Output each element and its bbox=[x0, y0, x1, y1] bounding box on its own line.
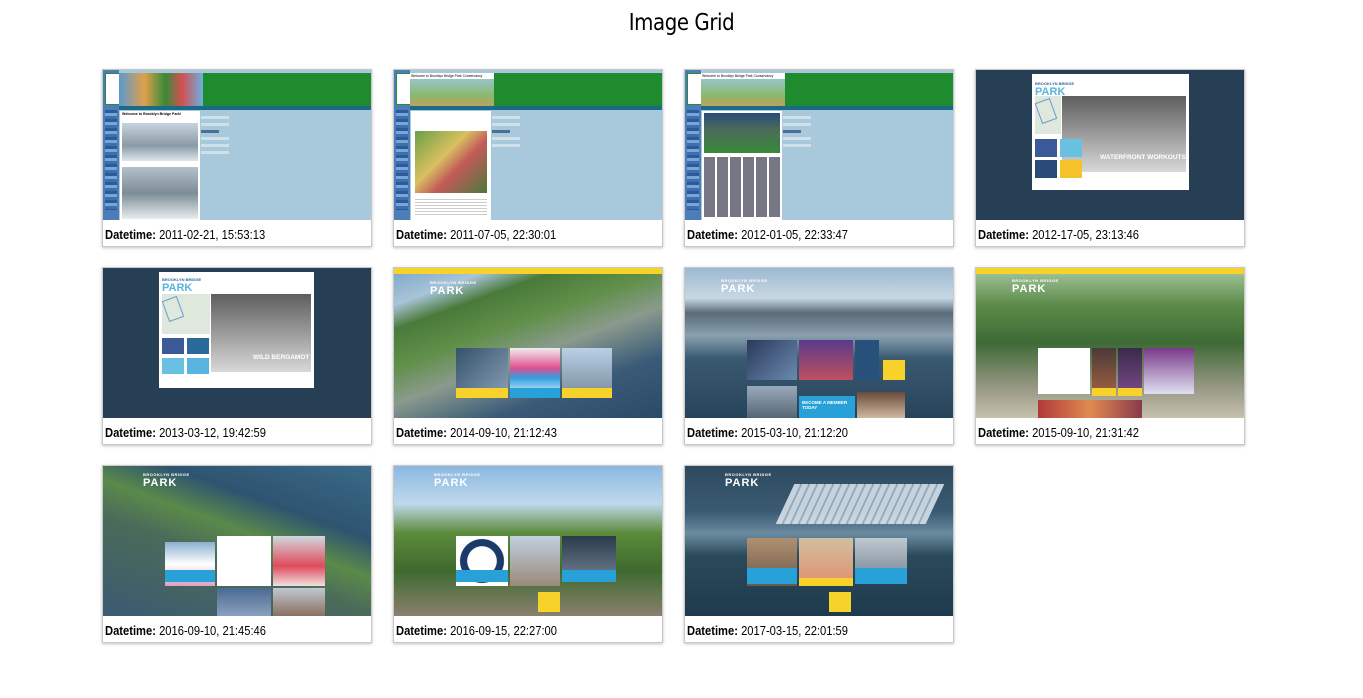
snapshot-caption: Datetime: 2016-09-10, 21:45:46 bbox=[105, 623, 266, 638]
snapshot-thumbnail[interactable]: BROOKLYN BRIDGE PARK bbox=[685, 466, 953, 616]
snapshot-caption: Datetime: 2015-09-10, 21:31:42 bbox=[978, 425, 1139, 440]
snapshot-card[interactable]: BROOKLYN BRIDGE PARK Datetime: 2015-09-10… bbox=[975, 267, 1245, 445]
snapshot-card[interactable]: BROOKLYN BRIDGE PARK WATERFRONT WORKOUTS … bbox=[975, 69, 1245, 247]
snapshot-thumbnail[interactable]: Welcome to Brooklyn Bridge Park Conserva… bbox=[394, 70, 662, 220]
snapshot-thumbnail[interactable]: BROOKLYN BRIDGE PARK bbox=[103, 466, 371, 616]
snapshot-thumbnail[interactable]: BROOKLYN BRIDGE PARK WATERFRONT WORKOUTS bbox=[976, 70, 1244, 220]
snapshot-card[interactable]: Welcome to Brooklyn Bridge Park Conserva… bbox=[684, 69, 954, 247]
snapshot-thumbnail[interactable]: BROOKLYN BRIDGE PARK BECOME A MEMBER TODA… bbox=[685, 268, 953, 418]
snapshot-caption: Datetime: 2011-07-05, 22:30:01 bbox=[396, 227, 557, 242]
snapshot-caption: Datetime: 2016-09-15, 22:27:00 bbox=[396, 623, 557, 638]
snapshot-card[interactable]: BROOKLYN BRIDGE PARK Datetime: 2016-09-15… bbox=[393, 465, 663, 643]
snapshot-card[interactable]: BROOKLYN BRIDGE PARK Datetime: 2016-09-10… bbox=[102, 465, 372, 643]
snapshot-card[interactable]: BROOKLYN BRIDGE PARK WILD BERGAMOT Dateti… bbox=[102, 267, 372, 445]
snapshot-caption: Datetime: 2013-03-12, 19:42:59 bbox=[105, 425, 266, 440]
snapshot-card[interactable]: BROOKLYN BRIDGE PARK Datetime: 2017-03-15… bbox=[684, 465, 954, 643]
snapshot-card[interactable]: Welcome to Brooklyn Bridge Park Conserva… bbox=[393, 69, 663, 247]
image-grid: Welcome to Brooklyn Bridge Park! Datetim… bbox=[102, 69, 1246, 644]
snapshot-caption: Datetime: 2012-17-05, 23:13:46 bbox=[978, 227, 1139, 242]
snapshot-caption: Datetime: 2017-03-15, 22:01:59 bbox=[687, 623, 848, 638]
page-title: Image Grid bbox=[628, 10, 735, 36]
snapshot-thumbnail[interactable]: BROOKLYN BRIDGE PARK bbox=[394, 466, 662, 616]
snapshot-thumbnail[interactable]: BROOKLYN BRIDGE PARK bbox=[976, 268, 1244, 418]
snapshot-caption: Datetime: 2014-09-10, 21:12:43 bbox=[396, 425, 557, 440]
snapshot-thumbnail[interactable]: BROOKLYN BRIDGE PARK bbox=[394, 268, 662, 418]
snapshot-card[interactable]: BROOKLYN BRIDGE PARK Datetime: 2014-09-10… bbox=[393, 267, 663, 445]
snapshot-thumbnail[interactable]: BROOKLYN BRIDGE PARK WILD BERGAMOT bbox=[103, 268, 371, 418]
snapshot-card[interactable]: BROOKLYN BRIDGE PARK BECOME A MEMBER TODA… bbox=[684, 267, 954, 445]
snapshot-card[interactable]: Welcome to Brooklyn Bridge Park! Datetim… bbox=[102, 69, 372, 247]
snapshot-caption: Datetime: 2012-01-05, 22:33:47 bbox=[687, 227, 848, 242]
snapshot-thumbnail[interactable]: Welcome to Brooklyn Bridge Park! bbox=[103, 70, 371, 220]
snapshot-thumbnail[interactable]: Welcome to Brooklyn Bridge Park Conserva… bbox=[685, 70, 953, 220]
snapshot-caption: Datetime: 2011-02-21, 15:53:13 bbox=[105, 227, 266, 242]
snapshot-caption: Datetime: 2015-03-10, 21:12:20 bbox=[687, 425, 848, 440]
